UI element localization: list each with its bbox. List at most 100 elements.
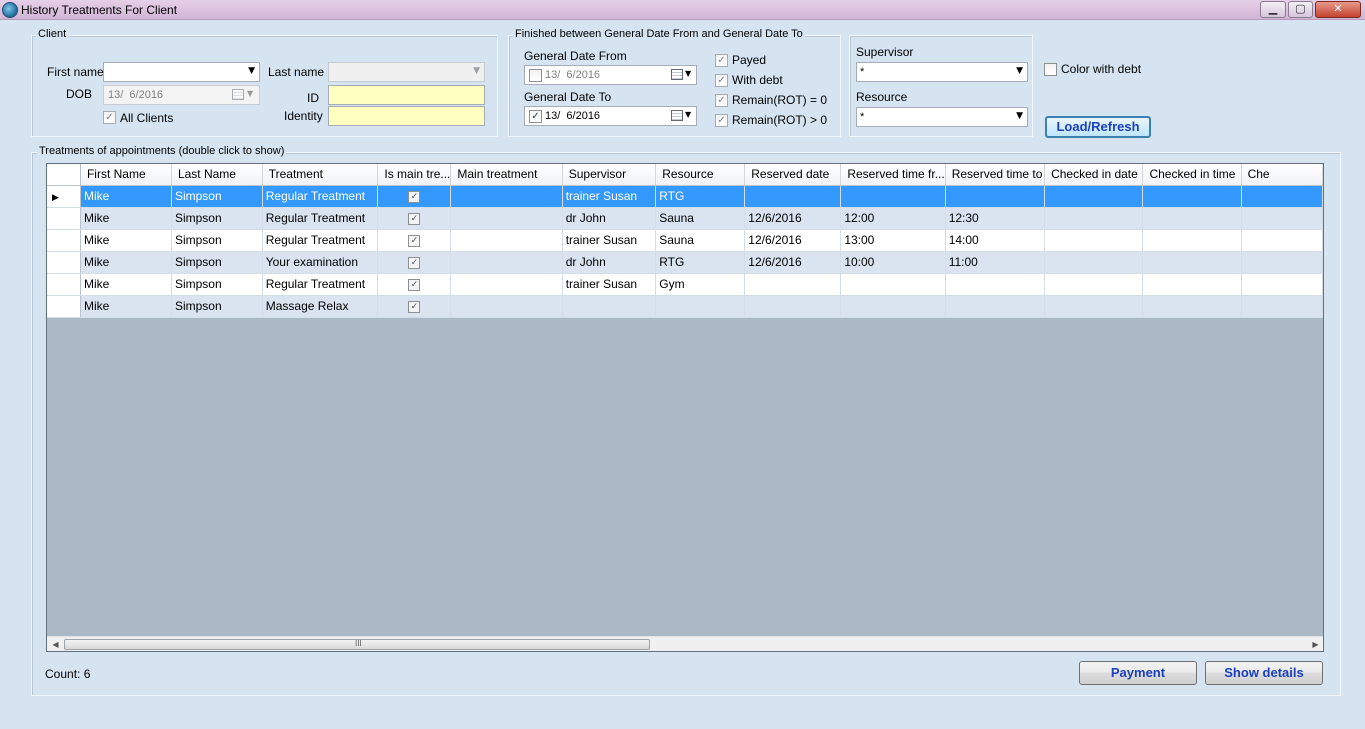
cell-time-to[interactable]: 14:00 [945, 229, 1046, 252]
scroll-thumb[interactable]: III [64, 639, 650, 650]
cell-reserved-date[interactable] [744, 295, 842, 318]
cell-is-main[interactable]: ✓ [377, 273, 452, 296]
cell-last-name[interactable]: Simpson [171, 207, 263, 230]
color-with-debt-checkbox[interactable]: ✓ [1044, 63, 1057, 76]
row-header[interactable] [47, 229, 81, 252]
horizontal-scrollbar[interactable]: ◀ III ▶ [47, 636, 1323, 651]
chevron-down-icon[interactable]: ▼ [473, 66, 480, 76]
cell-time-from[interactable]: 13:00 [840, 229, 946, 252]
column-header-supervisor[interactable]: Supervisor [562, 164, 657, 186]
cell-treatment[interactable]: Massage Relax [262, 295, 379, 318]
cell-reserved-date[interactable]: 12/6/2016 [744, 251, 842, 274]
cell-is-main[interactable]: ✓ [377, 229, 452, 252]
is-main-checkbox[interactable]: ✓ [408, 212, 421, 225]
cell-time-from[interactable]: 10:00 [840, 251, 946, 274]
cell-supervisor[interactable]: dr John [562, 251, 657, 274]
cell-resource[interactable]: Gym [655, 273, 746, 296]
table-row[interactable]: Mike Simpson Your examination ✓ dr John RTG 12… [47, 251, 1323, 274]
cell-checkin-date[interactable] [1044, 273, 1144, 296]
cell-reserved-date[interactable] [744, 273, 842, 296]
cell-supervisor[interactable]: trainer Susan [562, 229, 657, 252]
table-row[interactable]: Mike Simpson Regular Treatment ✓ trainer Sus… [47, 273, 1323, 296]
cell-checkin-date[interactable] [1044, 207, 1144, 230]
cell-time-to[interactable] [945, 273, 1046, 296]
cell-checkin-time[interactable] [1142, 185, 1242, 208]
column-header-reserved-time-from[interactable]: Reserved time fr... [840, 164, 946, 186]
row-header[interactable] [47, 295, 81, 318]
cell-treatment[interactable]: Your examination [262, 251, 379, 274]
cell-time-to[interactable]: 12:30 [945, 207, 1046, 230]
first-name-combo[interactable]: ▼ [103, 62, 260, 82]
column-header-reserved-time-to[interactable]: Reserved time to [945, 164, 1046, 186]
all-clients-checkbox[interactable]: ✓ [103, 111, 116, 124]
cell-time-from[interactable]: 12:00 [840, 207, 946, 230]
maximize-icon[interactable]: ▢ [1288, 1, 1313, 18]
table-row[interactable]: Mike Simpson Regular Treatment ✓ dr John Saun… [47, 207, 1323, 230]
chevron-down-icon[interactable]: ▼ [1016, 111, 1023, 121]
cell-last-name[interactable]: Simpson [171, 229, 263, 252]
column-header-first-name[interactable]: First Name [80, 164, 172, 186]
cell-last-name[interactable]: Simpson [171, 295, 263, 318]
identity-input[interactable] [328, 106, 485, 126]
dob-date-picker[interactable]: 13/ 6/2016 ▼ [103, 85, 260, 105]
cell-che[interactable] [1241, 229, 1323, 252]
minimize-icon[interactable]: ▁ [1260, 1, 1286, 18]
scroll-right-icon[interactable]: ▶ [1308, 638, 1323, 651]
table-row[interactable]: Mike Simpson Massage Relax ✓ [47, 295, 1323, 318]
cell-supervisor[interactable]: dr John [562, 207, 657, 230]
column-header-checked-in-time[interactable]: Checked in time [1142, 164, 1242, 186]
table-row[interactable]: Mike Simpson Regular Treatment ✓ trainer Sus… [47, 229, 1323, 252]
cell-checkin-time[interactable] [1142, 251, 1242, 274]
payed-checkbox[interactable]: ✓ [715, 54, 728, 67]
column-header-reserved-date[interactable]: Reserved date [744, 164, 842, 186]
row-header-corner[interactable] [47, 164, 81, 186]
cell-reserved-date[interactable]: 12/6/2016 [744, 229, 842, 252]
is-main-checkbox[interactable]: ✓ [408, 190, 421, 203]
cell-resource[interactable] [655, 295, 746, 318]
row-header[interactable] [47, 251, 81, 274]
remain-positive-checkbox[interactable]: ✓ [715, 114, 728, 127]
column-header-is-main[interactable]: Is main tre... [377, 164, 452, 186]
close-icon[interactable]: ✕ [1315, 1, 1361, 18]
cell-main-treatment[interactable] [450, 207, 563, 230]
cell-che[interactable] [1241, 185, 1323, 208]
cell-che[interactable] [1241, 295, 1323, 318]
cell-first-name[interactable]: Mike [80, 207, 172, 230]
payment-button[interactable]: Payment [1079, 661, 1197, 685]
cell-che[interactable] [1241, 207, 1323, 230]
cell-is-main[interactable]: ✓ [377, 251, 452, 274]
cell-time-to[interactable] [945, 295, 1046, 318]
cell-first-name[interactable]: Mike [80, 229, 172, 252]
scroll-left-icon[interactable]: ◀ [48, 638, 63, 651]
cell-resource[interactable]: RTG [655, 251, 746, 274]
table-row[interactable]: ▶ Mike Simpson Regular Treatment ✓ trainer Su… [47, 185, 1323, 208]
cell-last-name[interactable]: Simpson [171, 251, 263, 274]
cell-resource[interactable]: RTG [655, 185, 746, 208]
cell-main-treatment[interactable] [450, 185, 563, 208]
title-bar[interactable]: History Treatments For Client ▁ ▢ ✕ [0, 0, 1365, 20]
date-from-picker[interactable]: ✓ 13/ 6/2016 ▼ [524, 65, 697, 85]
cell-checkin-date[interactable] [1044, 295, 1144, 318]
calendar-icon[interactable] [232, 89, 244, 100]
chevron-down-icon[interactable]: ▼ [685, 110, 691, 119]
cell-supervisor[interactable]: trainer Susan [562, 273, 657, 296]
last-name-combo[interactable]: ▼ [328, 62, 485, 82]
cell-time-to[interactable]: 11:00 [945, 251, 1046, 274]
load-refresh-button[interactable]: Load/Refresh [1045, 116, 1151, 138]
row-header[interactable] [47, 207, 81, 230]
cell-first-name[interactable]: Mike [80, 295, 172, 318]
chevron-down-icon[interactable]: ▼ [1016, 66, 1023, 76]
cell-main-treatment[interactable] [450, 273, 563, 296]
cell-checkin-date[interactable] [1044, 185, 1144, 208]
cell-time-from[interactable] [840, 295, 946, 318]
cell-reserved-date[interactable] [744, 185, 842, 208]
row-header[interactable] [47, 273, 81, 296]
cell-treatment[interactable]: Regular Treatment [262, 229, 379, 252]
cell-time-from[interactable] [840, 273, 946, 296]
cell-treatment[interactable]: Regular Treatment [262, 207, 379, 230]
date-from-checkbox[interactable]: ✓ [529, 69, 542, 82]
resource-combo[interactable]: * ▼ [856, 107, 1028, 127]
calendar-icon[interactable] [671, 69, 683, 80]
cell-checkin-time[interactable] [1142, 295, 1242, 318]
is-main-checkbox[interactable]: ✓ [408, 300, 421, 313]
